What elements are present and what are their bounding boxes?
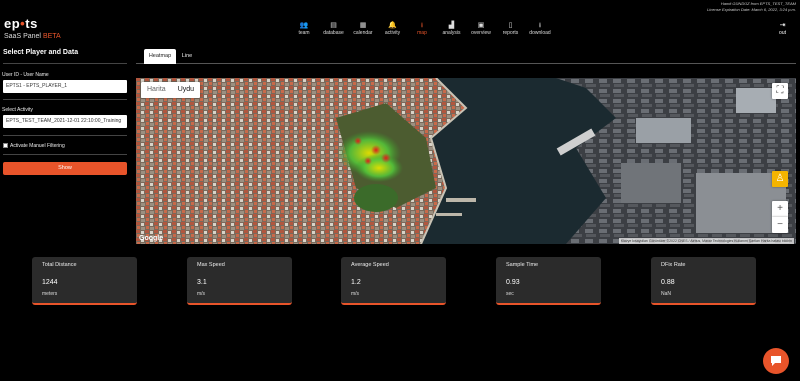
logout-label: out — [779, 30, 786, 36]
brand-logo[interactable]: ep•ts — [4, 16, 38, 31]
divider — [3, 135, 127, 136]
user-label: User ID - User Name — [2, 72, 49, 78]
nav-database[interactable]: ▤ database — [320, 22, 348, 36]
stat-card-max-speed: Max Speed 3.1 m/s — [187, 257, 292, 305]
brand-sub-label: SaaS Panel — [4, 33, 41, 40]
calendar-icon: ▦ — [359, 22, 367, 29]
fullscreen-icon[interactable]: ⛶ — [772, 83, 788, 99]
overview-icon: ▣ — [477, 22, 485, 29]
map-attribution[interactable]: Klavye kısayolları Görüntüler ©2022 CNES… — [618, 238, 794, 244]
nav-map[interactable]: ⭳ map — [408, 22, 436, 36]
manual-filter-label: Activate Manuel Filtering — [10, 143, 65, 149]
divider — [3, 63, 127, 64]
stat-unit: m/s — [351, 291, 360, 297]
stat-value: 3.1 — [197, 279, 207, 286]
stat-card-total-distance: Total Distance 1244 meters — [32, 257, 137, 305]
stat-unit: NaN — [661, 291, 672, 297]
brand-text-main: ep — [4, 16, 21, 31]
player-data-panel: Select Player and Data User ID - User Na… — [0, 44, 132, 194]
pegman-icon[interactable]: ♙ — [772, 171, 788, 187]
nav-label: calendar — [353, 30, 373, 36]
google-logo: Google — [139, 235, 164, 242]
divider — [3, 99, 127, 100]
nav-label: reports — [502, 30, 519, 36]
download-icon: ⭳ — [538, 22, 542, 29]
divider — [3, 154, 127, 155]
satellite-imagery — [136, 78, 796, 244]
nav-label: team — [298, 30, 310, 36]
show-button[interactable]: Show — [3, 162, 127, 175]
map-type-uydu[interactable]: Uydu — [172, 82, 200, 98]
stat-value: 1244 — [42, 279, 58, 286]
stat-card-average-speed: Average Speed 1.2 m/s — [341, 257, 446, 305]
nav-label: activity — [384, 30, 401, 36]
stat-card-dfix-rate: DFix Rate 0.88 NaN — [651, 257, 756, 305]
activity-label: Select Activity — [2, 107, 33, 113]
map-type-toggle: Harita Uydu — [141, 82, 201, 98]
view-tabs: Heatmap Line — [136, 49, 796, 64]
main-nav: 👥 team ▤ database ▦ calendar 🔔 activity ⭳ map… — [290, 22, 556, 36]
stat-title: Sample Time — [506, 262, 539, 268]
license-line: License Expiration Date: March 6, 2022, … — [707, 7, 796, 12]
logout-icon: ⇥ — [779, 22, 786, 29]
stat-title: Max Speed — [197, 262, 225, 268]
nav-team[interactable]: 👥 team — [290, 22, 318, 36]
nav-label: database — [323, 30, 344, 36]
user-select[interactable]: EPTS1 - EPTS_PLAYER_1 — [3, 80, 127, 93]
download-map-icon: ⭳ — [420, 22, 424, 29]
zoom-out-icon[interactable]: − — [772, 217, 788, 233]
nav-label: map — [417, 30, 427, 36]
database-icon: ▤ — [330, 22, 337, 29]
nav-activity[interactable]: 🔔 activity — [379, 22, 407, 36]
stat-value: 0.93 — [506, 279, 520, 286]
nav-label: overview — [471, 30, 491, 36]
team-icon: 👥 — [299, 22, 309, 29]
map-type-harita[interactable]: Harita — [141, 82, 172, 98]
zoom-in-icon[interactable]: + — [772, 201, 788, 217]
stat-unit: meters — [42, 291, 58, 297]
beta-badge: BETA — [42, 33, 61, 40]
bell-icon: 🔔 — [388, 22, 397, 29]
manual-filter-checkbox[interactable] — [3, 143, 8, 148]
logout-button[interactable]: ⇥ out — [779, 22, 786, 36]
chat-bubble-icon — [771, 356, 781, 366]
brand-subtitle: SaaS Panel BETA — [4, 33, 61, 40]
chat-button[interactable] — [763, 348, 789, 374]
nav-reports[interactable]: ▯ reports — [497, 22, 525, 36]
activity-select[interactable]: EPTS_TEST_TEAM_2021-12-01 22:10:00_Train… — [3, 115, 127, 128]
stat-unit: m/s — [197, 291, 206, 297]
nav-overview[interactable]: ▣ overview — [467, 22, 495, 36]
tab-line[interactable]: Line — [176, 49, 198, 64]
stat-value: 0.88 — [661, 279, 675, 286]
stat-title: Average Speed — [351, 262, 389, 268]
chart-icon: ▟ — [448, 22, 455, 29]
tab-heatmap[interactable]: Heatmap — [144, 49, 176, 64]
brand-text-tail: ts — [25, 16, 38, 31]
top-header: ep•ts SaaS Panel BETA Hamit GÜNDÜZ from … — [0, 0, 800, 44]
nav-label: download — [529, 30, 551, 36]
stat-title: Total Distance — [42, 262, 77, 268]
stat-title: DFix Rate — [661, 262, 686, 268]
stat-unit: sec — [506, 291, 514, 297]
nav-download[interactable]: ⭳ download — [526, 22, 554, 36]
nav-analysis[interactable]: ▟ analysis — [438, 22, 466, 36]
stat-card-sample-time: Sample Time 0.93 sec — [496, 257, 601, 305]
nav-label: analysis — [442, 30, 461, 36]
satellite-map[interactable]: Harita Uydu ⛶ ♙ + − Google Klavye kısayo… — [136, 78, 796, 244]
account-info: Hamit GÜNDÜZ from EPTS_TEST_TEAM License… — [707, 1, 796, 13]
panel-title: Select Player and Data — [3, 49, 79, 56]
nav-calendar[interactable]: ▦ calendar — [349, 22, 377, 36]
stat-value: 1.2 — [351, 279, 361, 286]
file-icon: ▯ — [508, 22, 513, 29]
